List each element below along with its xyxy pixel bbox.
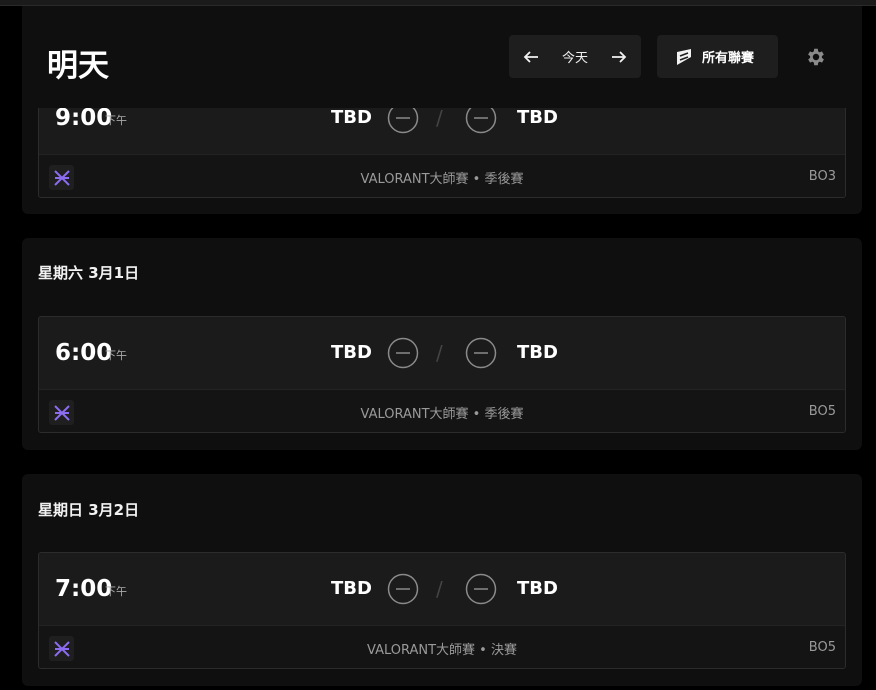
match-card-top: 7:00 下午 TBD / TBD	[39, 553, 845, 625]
match-card[interactable]: 7:00 下午 TBD / TBD VALORANT大師賽 • 決賽 BO5	[38, 552, 846, 669]
page-header: 明天 今天 所有聯賽	[22, 6, 862, 108]
team-placeholder-icon	[387, 573, 419, 605]
best-of: BO5	[808, 404, 836, 419]
team-right-name: TBD	[517, 342, 558, 363]
all-leagues-button[interactable]: 所有聯賽	[657, 35, 778, 78]
team-left-name: TBD	[331, 578, 372, 599]
day-label: 星期六 3月1日	[38, 264, 140, 282]
league-name: VALORANT大師賽 • 季後賽	[360, 172, 524, 187]
league-name: VALORANT大師賽 • 季後賽	[360, 407, 524, 422]
leagues-flag-icon	[677, 48, 691, 65]
match-card-top: 6:00 下午 TBD / TBD	[39, 317, 845, 389]
team-right-name: TBD	[517, 578, 558, 599]
match-ampm: 下午	[105, 114, 127, 127]
match-time: 7:00	[55, 576, 113, 602]
date-navigator: 今天	[509, 35, 641, 78]
league-name: VALORANT大師賽 • 決賽	[367, 643, 517, 658]
best-of: BO3	[808, 169, 836, 184]
vs-divider: /	[436, 577, 443, 601]
match-ampm: 下午	[105, 349, 127, 362]
match-ampm: 下午	[105, 585, 127, 598]
match-card-footer: VALORANT大師賽 • 決賽 BO5	[39, 625, 845, 668]
arrow-right-icon[interactable]	[609, 47, 629, 67]
team-left-name: TBD	[331, 107, 372, 128]
today-button[interactable]: 今天	[562, 47, 588, 66]
match-card-footer: VALORANT大師賽 • 季後賽 BO5	[39, 389, 845, 432]
match-card[interactable]: 6:00 下午 TBD / TBD VALORANT大師賽 • 季後賽 BO5	[38, 316, 846, 433]
team-placeholder-icon	[465, 573, 497, 605]
vs-divider: /	[436, 106, 443, 130]
match-time: 9:00	[55, 105, 113, 131]
arrow-left-icon[interactable]	[521, 47, 541, 67]
gear-icon[interactable]	[805, 46, 827, 68]
team-placeholder-icon	[387, 337, 419, 369]
day-label: 星期日 3月2日	[38, 501, 140, 519]
best-of: BO5	[808, 640, 836, 655]
match-card-footer: VALORANT大師賽 • 季後賽 BO3	[39, 154, 845, 197]
team-right-name: TBD	[517, 107, 558, 128]
all-leagues-label: 所有聯賽	[702, 51, 755, 66]
team-left-name: TBD	[331, 342, 372, 363]
vs-divider: /	[436, 341, 443, 365]
page-title: 明天	[47, 48, 109, 84]
match-time: 6:00	[55, 340, 113, 366]
team-placeholder-icon	[465, 337, 497, 369]
